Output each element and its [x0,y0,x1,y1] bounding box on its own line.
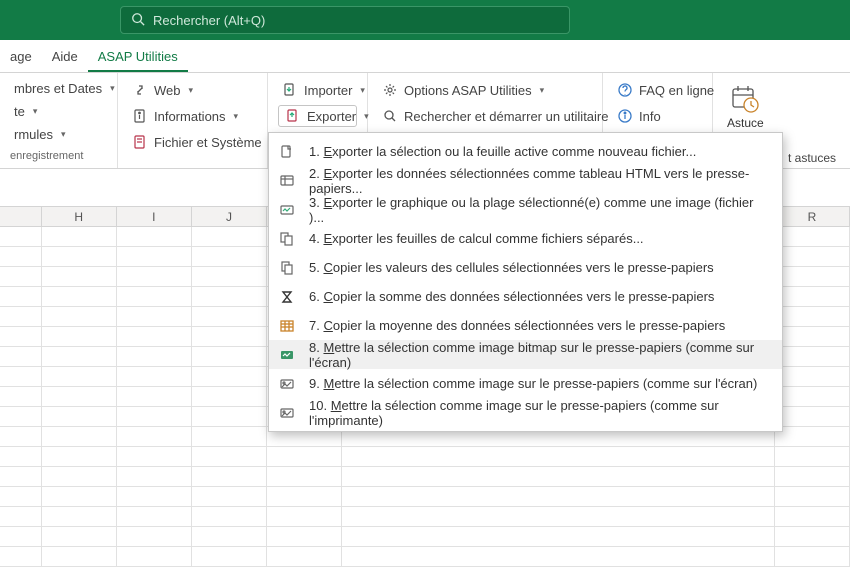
ribbon-btn-rechercher[interactable]: Rechercher et démarrer un utilitaire [378,105,592,127]
search-util-icon [382,108,398,124]
chevron-down-icon: ▾ [61,129,66,140]
file-system-icon [132,134,148,150]
ribbon-btn-exporter[interactable]: Exporter▾ [278,105,357,127]
dd-icon-2 [279,173,295,189]
dd-icon-7 [279,318,295,334]
dd-icon-4 [279,231,295,247]
dropdown-item-1[interactable]: 1. Exporter la sélection ou la feuille a… [269,137,782,166]
ribbon-btn-options[interactable]: Options ASAP Utilities▾ [378,79,592,101]
dd-text-10: 10. Mettre la sélection comme image sur … [309,398,772,428]
dd-icon-5 [279,260,295,276]
link-icon [132,82,148,98]
ribbon-btn-info[interactable]: Info [613,105,702,127]
dd-text-3: 3. Exporter le graphique ou la plage sél… [309,195,772,225]
trunc-astuces: t astuces [788,151,836,165]
dd-text-4: 4. Exporter les feuilles de calcul comme… [309,231,644,246]
dd-text-7: 7. Copier la moyenne des données sélecti… [309,318,725,333]
menu-item-page[interactable]: age [0,41,42,72]
chevron-down-icon: ▾ [33,106,38,117]
dd-icon-10 [279,405,295,421]
ribbon-btn-informations[interactable]: Informations▾ [128,105,257,127]
dd-text-9: 9. Mettre la sélection comme image sur l… [309,376,757,391]
col-head-j[interactable]: J [192,207,267,226]
dd-icon-8 [279,347,295,363]
astuce-label-1: Astuce [727,117,764,130]
dropdown-item-9[interactable]: 9. Mettre la sélection comme image sur l… [269,369,782,398]
ribbon-btn-formules[interactable]: rmules▾ [10,125,107,144]
search-icon [131,12,145,29]
title-bar: Rechercher (Alt+Q) [0,0,850,40]
col-head-g[interactable] [0,207,42,226]
exporter-dropdown: 1. Exporter la sélection ou la feuille a… [268,132,783,432]
menu-bar: age Aide ASAP Utilities [0,40,850,73]
chevron-down-icon: ▾ [234,111,239,122]
ribbon-group-2: Web▾ Informations▾ Fichier et Système▾ [118,73,268,168]
dropdown-item-6[interactable]: 6. Copier la somme des données sélection… [269,282,782,311]
dropdown-item-5[interactable]: 5. Copier les valeurs des cellules sélec… [269,253,782,282]
import-icon [282,82,298,98]
dropdown-item-7[interactable]: 7. Copier la moyenne des données sélecti… [269,311,782,340]
dd-icon-3 [279,202,295,218]
dd-text-2: 2. Exporter les données sélectionnées co… [309,166,772,196]
ribbon-btn-fichier-systeme[interactable]: Fichier et Système▾ [128,131,257,153]
col-head-h[interactable]: H [42,207,117,226]
col-head-i[interactable]: I [117,207,192,226]
ribbon-btn-dates[interactable]: mbres et Dates▾ [10,79,107,98]
dd-icon-9 [279,376,295,392]
calendar-clock-icon [729,83,761,115]
search-placeholder: Rechercher (Alt+Q) [153,13,265,28]
gear-icon [382,82,398,98]
ribbon-btn-web[interactable]: Web▾ [128,79,257,101]
dropdown-item-2[interactable]: 2. Exporter les données sélectionnées co… [269,166,782,195]
dropdown-item-3[interactable]: 3. Exporter le graphique ou la plage sél… [269,195,782,224]
dd-icon-6 [279,289,295,305]
dropdown-item-8[interactable]: 8. Mettre la sélection comme image bitma… [269,340,782,369]
dd-text-1: 1. Exporter la sélection ou la feuille a… [309,144,696,159]
chevron-down-icon: ▾ [540,85,545,96]
col-head-r[interactable]: R [775,207,850,226]
ribbon-btn-faq[interactable]: FAQ en ligne [613,79,702,101]
dd-text-6: 6. Copier la somme des données sélection… [309,289,714,304]
info-file-icon [132,108,148,124]
export-icon [285,108,301,124]
info-icon [617,108,633,124]
chevron-down-icon: ▾ [360,85,365,96]
ribbon-group-1: mbres et Dates▾ te▾ rmules▾ enregistreme… [0,73,118,168]
group-label-enregistrement: enregistrement [10,150,107,162]
dd-text-5: 5. Copier les valeurs des cellules sélec… [309,260,714,275]
menu-item-asap[interactable]: ASAP Utilities [88,41,188,72]
dd-icon-1 [279,144,295,160]
ribbon-btn-importer[interactable]: Importer▾ [278,79,357,101]
chevron-down-icon: ▾ [189,85,194,96]
dropdown-item-4[interactable]: 4. Exporter les feuilles de calcul comme… [269,224,782,253]
help-icon [617,82,633,98]
chevron-down-icon: ▾ [110,83,115,94]
menu-item-aide[interactable]: Aide [42,41,88,72]
search-input[interactable]: Rechercher (Alt+Q) [120,6,570,34]
dropdown-item-10[interactable]: 10. Mettre la sélection comme image sur … [269,398,782,427]
ribbon-btn-te[interactable]: te▾ [10,102,107,121]
dd-text-8: 8. Mettre la sélection comme image bitma… [309,340,772,370]
